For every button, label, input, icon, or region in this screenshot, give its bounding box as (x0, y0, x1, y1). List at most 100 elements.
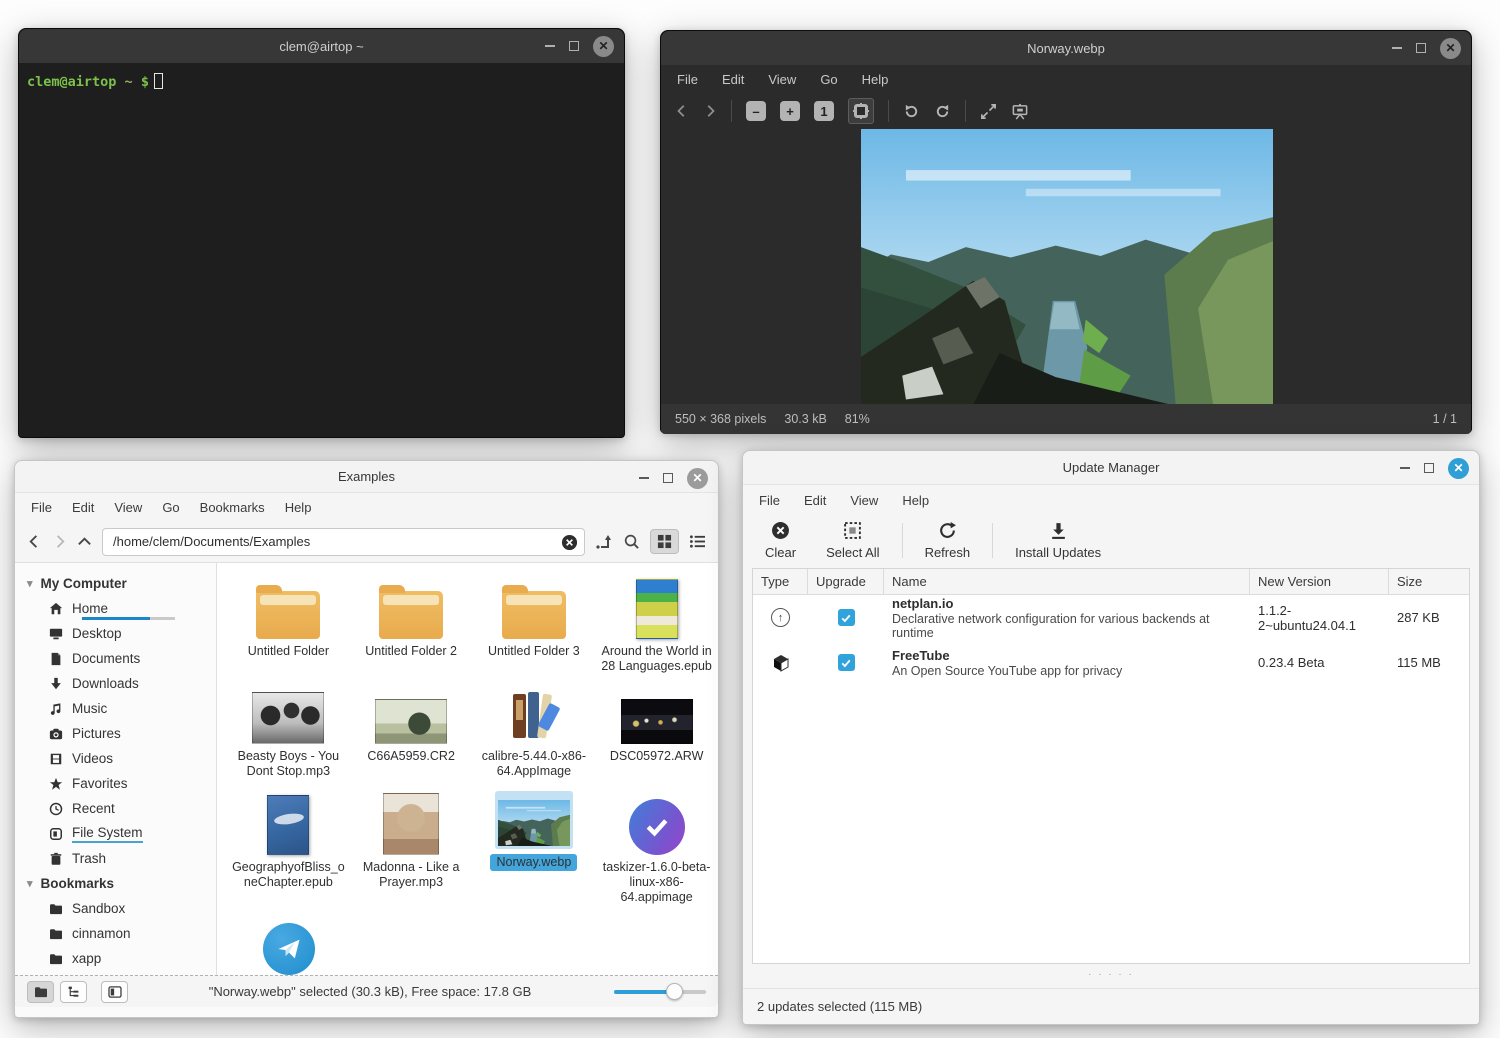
close-button[interactable]: ✕ (687, 468, 708, 489)
minimize-button[interactable] (545, 45, 555, 47)
upgrade-checkbox[interactable] (838, 609, 855, 626)
zoom-normal-icon[interactable]: 1 (814, 101, 834, 121)
close-button[interactable]: ✕ (1440, 38, 1461, 59)
file-item[interactable]: Untitled Folder 2 (350, 577, 473, 674)
slideshow-icon[interactable] (1011, 103, 1029, 120)
menu-help[interactable]: Help (285, 500, 312, 515)
menu-file[interactable]: File (759, 493, 780, 508)
back-icon[interactable] (27, 534, 42, 549)
sidebar-item-documents[interactable]: Documents (15, 646, 216, 671)
sidebar-item-cinnamon[interactable]: cinnamon (15, 921, 216, 946)
search-icon[interactable] (623, 533, 640, 550)
column-new-version[interactable]: New Version (1250, 569, 1389, 594)
sidebar-section-my-computer[interactable]: ▾ My Computer (15, 571, 216, 596)
best-fit-button[interactable] (848, 98, 874, 124)
update-row-freetube[interactable]: FreeTube An Open Source YouTube app for … (753, 640, 1469, 685)
toggle-location-entry-icon[interactable] (595, 534, 613, 550)
menu-edit[interactable]: Edit (72, 500, 94, 515)
viewer-canvas[interactable] (661, 129, 1471, 404)
list-view-icon[interactable] (689, 534, 706, 549)
files-titlebar[interactable]: Examples ✕ (15, 461, 718, 493)
sidebar-item-sandbox[interactable]: Sandbox (15, 896, 216, 921)
sidebar-item-videos[interactable]: Videos (15, 746, 216, 771)
forward-icon[interactable] (52, 534, 67, 549)
pane-resize-handle[interactable]: · · · · · (743, 969, 1479, 980)
updates-titlebar[interactable]: Update Manager ✕ (743, 451, 1479, 485)
terminal-screen[interactable]: clem@airtop ~ $ (19, 63, 624, 437)
grid-view-button[interactable] (650, 529, 679, 554)
menu-edit[interactable]: Edit (804, 493, 826, 508)
rotate-left-icon[interactable] (903, 103, 920, 120)
column-type[interactable]: Type (753, 569, 808, 594)
minimize-button[interactable] (1400, 467, 1410, 469)
maximize-button[interactable] (569, 41, 579, 51)
menu-edit[interactable]: Edit (722, 72, 744, 87)
column-upgrade[interactable]: Upgrade (808, 569, 884, 594)
file-item[interactable]: Madonna - Like a Prayer.mp3 (350, 791, 473, 905)
file-item[interactable]: taskizer-1.6.0-beta-linux-x86-64.appimag… (595, 791, 718, 905)
show-places-button[interactable] (27, 981, 54, 1003)
file-item[interactable]: C66A5959.CR2 (350, 688, 473, 779)
up-icon[interactable] (77, 534, 92, 549)
file-item[interactable]: Beasty Boys - You Dont Stop.mp3 (227, 688, 350, 779)
files-content[interactable]: Untitled Folder Untitled Folder 2 Untitl… (217, 563, 718, 1007)
sidebar-item-downloads[interactable]: Downloads (15, 671, 216, 696)
sidebar-item-desktop[interactable]: Desktop (15, 621, 216, 646)
show-treeview-button[interactable] (60, 981, 87, 1003)
file-item[interactable]: Around the World in 28 Languages.epub (595, 577, 718, 674)
zoom-out-icon[interactable]: – (746, 101, 766, 121)
clear-button[interactable]: Clear (753, 519, 808, 562)
sidebar-item-xapp[interactable]: xapp (15, 946, 216, 971)
sidebar-section-bookmarks[interactable]: ▾ Bookmarks (15, 871, 216, 896)
next-image-icon[interactable] (703, 104, 717, 118)
column-size[interactable]: Size (1389, 569, 1469, 594)
rotate-right-icon[interactable] (934, 103, 951, 120)
sidebar-item-home[interactable]: Home (15, 596, 216, 621)
fullscreen-icon[interactable] (980, 103, 997, 120)
file-item[interactable]: DSC05972.ARW (595, 688, 718, 779)
close-button[interactable]: ✕ (593, 36, 614, 57)
expander-icon[interactable]: ▾ (27, 877, 33, 890)
menu-help[interactable]: Help (902, 493, 929, 508)
menu-go[interactable]: Go (820, 72, 837, 87)
sidebar-item-music[interactable]: Music (15, 696, 216, 721)
menu-view[interactable]: View (114, 500, 142, 515)
hide-sidebar-button[interactable] (101, 981, 128, 1003)
maximize-button[interactable] (1424, 463, 1434, 473)
file-item[interactable]: calibre-5.44.0-x86-64.AppImage (473, 688, 596, 779)
select-all-button[interactable]: Select All (814, 519, 891, 562)
file-item[interactable]: Untitled Folder (227, 577, 350, 674)
clear-entry-icon[interactable] (561, 534, 578, 551)
menu-go[interactable]: Go (162, 500, 179, 515)
upgrade-checkbox[interactable] (838, 654, 855, 671)
column-name[interactable]: Name (884, 569, 1250, 594)
file-item[interactable]: GeographyofBliss_oneChapter.epub (227, 791, 350, 905)
minimize-button[interactable] (1392, 47, 1402, 49)
menu-help[interactable]: Help (862, 72, 889, 87)
location-entry[interactable] (102, 528, 585, 556)
expander-icon[interactable]: ▾ (27, 577, 33, 590)
minimize-button[interactable] (639, 477, 649, 479)
menu-view[interactable]: View (850, 493, 878, 508)
zoom-slider[interactable] (614, 990, 706, 994)
file-item-selected[interactable]: Norway.webp (473, 791, 596, 905)
viewer-titlebar[interactable]: Norway.webp ✕ (661, 31, 1471, 65)
zoom-slider-knob[interactable] (666, 983, 683, 1000)
sidebar-item-pictures[interactable]: Pictures (15, 721, 216, 746)
maximize-button[interactable] (1416, 43, 1426, 53)
previous-image-icon[interactable] (675, 104, 689, 118)
install-updates-button[interactable]: Install Updates (1003, 519, 1113, 562)
sidebar-item-file-system[interactable]: File System (15, 821, 216, 846)
close-button[interactable]: ✕ (1448, 458, 1469, 479)
menu-file[interactable]: File (677, 72, 698, 87)
menu-view[interactable]: View (768, 72, 796, 87)
sidebar-item-trash[interactable]: Trash (15, 846, 216, 871)
update-row-netplan[interactable]: ↑ netplan.io Declarative network configu… (753, 595, 1469, 640)
refresh-button[interactable]: Refresh (913, 519, 983, 562)
sidebar-item-favorites[interactable]: Favorites (15, 771, 216, 796)
maximize-button[interactable] (663, 473, 673, 483)
menu-file[interactable]: File (31, 500, 52, 515)
zoom-in-icon[interactable]: + (780, 101, 800, 121)
file-item[interactable]: Untitled Folder 3 (473, 577, 596, 674)
sidebar-item-recent[interactable]: Recent (15, 796, 216, 821)
